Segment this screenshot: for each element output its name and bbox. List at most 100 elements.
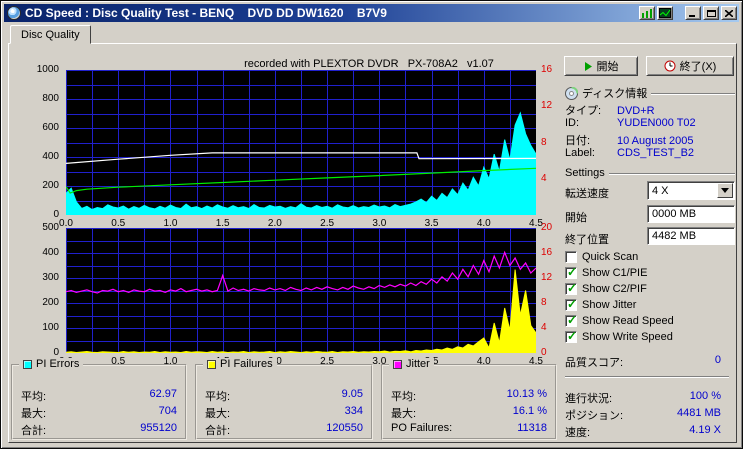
axis-label: 500 <box>42 222 59 233</box>
close-button[interactable] <box>721 6 737 20</box>
checkbox-quick-scan[interactable]: Quick Scan <box>565 250 638 264</box>
stat-label: 平均: <box>391 391 417 403</box>
stat-row: 合計: 955120 <box>21 422 177 437</box>
graph-monitor-icon-button[interactable] <box>657 6 673 20</box>
axis-label: 1000 <box>36 64 59 75</box>
dropdown-arrow-icon[interactable] <box>717 183 733 198</box>
disc-info-row: ID: YUDEN000 T02 <box>565 117 735 131</box>
chart-plot <box>66 228 536 353</box>
maximize-button[interactable] <box>703 6 719 20</box>
end-position-input[interactable]: 4482 MB <box>647 227 735 245</box>
play-icon <box>584 61 592 71</box>
checkbox-box[interactable]: ✓ <box>565 329 577 343</box>
speed-row: 速度: 4.19 X <box>565 424 735 439</box>
axis-label: 8 <box>541 136 547 148</box>
stat-row: 最大: 704 <box>21 405 177 420</box>
quality-score-label: 品質スコア: <box>565 357 624 369</box>
stat-label: 平均: <box>205 391 231 403</box>
stat-row: 合計: 120550 <box>205 422 363 437</box>
minimize-icon <box>689 14 695 17</box>
tab-disc-quality[interactable]: Disc Quality <box>10 25 91 44</box>
minimize-button[interactable] <box>685 6 701 20</box>
axis-label: 16 <box>541 64 553 75</box>
disc-info-label: Label: <box>565 147 595 159</box>
checkbox-label: Show Write Speed <box>582 331 673 343</box>
axis-label: 400 <box>42 247 59 258</box>
maximize-icon <box>706 10 716 17</box>
checkmark-icon: ✓ <box>567 313 578 327</box>
clock-icon <box>664 60 676 72</box>
settings-header: Settings <box>565 166 735 180</box>
axis-label: 400 <box>42 151 59 162</box>
disc-info-value: DVD+R <box>617 105 655 117</box>
disc-info-value: YUDEN000 T02 <box>617 117 696 129</box>
checkbox-show-c2-pif[interactable]: ✓ Show C2/PIF <box>565 281 647 296</box>
stat-value: 955120 <box>140 422 177 434</box>
start-position-input[interactable]: 0000 MB <box>647 205 735 223</box>
checkbox-label: Show C2/PIF <box>582 283 647 295</box>
checkbox-show-write-speed[interactable]: ✓ Show Write Speed <box>565 329 673 344</box>
checkbox-box[interactable]: ✓ <box>565 313 578 327</box>
checkbox-box[interactable]: ✓ <box>565 297 577 311</box>
quality-score-row: 品質スコア: 0 <box>565 354 735 369</box>
axis-label: 0 <box>53 209 59 220</box>
stat-row: 平均: 10.13 % <box>391 388 547 403</box>
checkbox-box[interactable]: ✓ <box>565 281 578 295</box>
stat-label: 合計: <box>21 425 47 437</box>
axis-label: 16 <box>541 247 553 258</box>
quality-score-value: 0 <box>714 354 721 366</box>
axis-label: 4 <box>541 172 547 184</box>
monitor-graph-icon <box>659 8 671 18</box>
titlebar[interactable]: CD Speed : Disc Quality Test - BENQ DVD … <box>4 4 739 22</box>
tab-content: recorded with PLEXTOR DVDR PX-708A2 v1.0… <box>8 43 737 443</box>
stat-value: 16.1 % <box>512 405 547 417</box>
exit-button[interactable]: 終了(X) <box>646 56 734 76</box>
transfer-speed-label: 転送速度 <box>565 188 609 200</box>
stat-label: 最大: <box>21 408 47 420</box>
disc-info-row: Label: CDS_TEST_B2 <box>565 147 735 161</box>
progress-value: 100 % <box>689 390 721 402</box>
bar-chart-icon <box>642 8 652 18</box>
graph-bars-icon-button[interactable] <box>639 6 655 20</box>
stat-row: PO Failures: 11318 <box>391 422 547 436</box>
disc-info-title: ディスク情報 <box>582 88 648 100</box>
start-button[interactable]: 開始 <box>564 56 638 76</box>
window-controls <box>639 6 737 20</box>
axis-label: 200 <box>42 180 59 191</box>
divider <box>608 173 735 175</box>
start-position-label: 開始 <box>565 212 587 224</box>
checkbox-label: Show C1/PIE <box>582 267 648 279</box>
stat-value: 10.13 % <box>506 388 547 400</box>
progress-row: 進行状況: 100 % <box>565 390 735 405</box>
position-row: ポジション: 4481 MB <box>565 407 735 422</box>
axis-label: 12 <box>541 100 553 112</box>
stat-value: 11318 <box>517 422 547 434</box>
axis-label: 4 <box>541 322 547 333</box>
disc-info-value: CDS_TEST_B2 <box>617 147 695 159</box>
checkbox-box[interactable] <box>565 251 577 263</box>
checkbox-label: Quick Scan <box>582 251 639 263</box>
checkbox-show-jitter[interactable]: ✓ Show Jitter <box>565 297 637 312</box>
checkmark-icon: ✓ <box>567 281 578 295</box>
stat-row: 最大: 334 <box>205 405 363 420</box>
divider <box>651 93 735 95</box>
checkbox-show-c1-pie[interactable]: ✓ Show C1/PIE <box>565 265 648 280</box>
checkbox-show-read-speed[interactable]: ✓ Show Read Speed <box>565 313 674 328</box>
disc-info-row: タイプ: DVD+R <box>565 102 735 117</box>
checkbox-label: Show Jitter <box>582 299 637 311</box>
pi-errors-chart: 1000 800 600 400 200 0 16 12 8 4 0.0 0.5 1.0 1.5 2.0 2.… <box>11 64 567 240</box>
stat-label: 合計: <box>205 425 231 437</box>
checkbox-box[interactable]: ✓ <box>565 265 577 279</box>
stat-value: 704 <box>158 405 177 417</box>
stat-value: 62.97 <box>149 388 177 400</box>
axis-label: 12 <box>541 272 553 283</box>
jitter-panel: Jitter 平均: 10.13 % 最大: 16.1 % PO Failures: 11… <box>381 358 557 440</box>
stat-value: 120550 <box>326 422 363 434</box>
close-icon <box>725 9 733 17</box>
window-title: CD Speed : Disc Quality Test - BENQ DVD … <box>25 6 387 20</box>
stat-row: 平均: 9.05 <box>205 388 363 403</box>
axis-label: 100 <box>42 322 59 333</box>
progress-label: 進行状況: <box>565 393 613 405</box>
speed-select[interactable]: 4 X <box>647 181 735 200</box>
axis-label: 800 <box>42 93 59 104</box>
